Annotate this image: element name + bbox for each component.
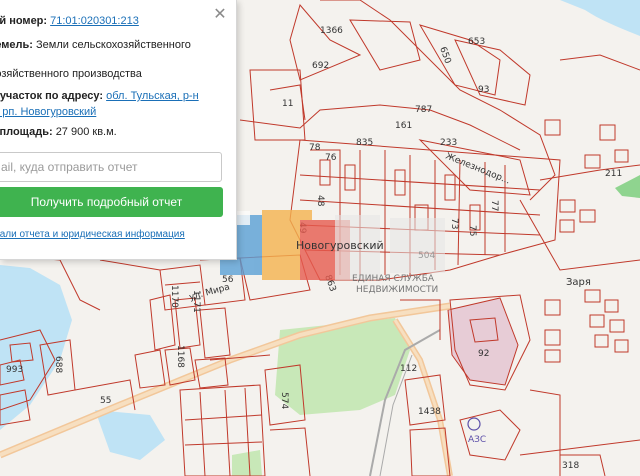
area-value: 27 900 кв.м. [55,126,117,138]
address-row: й участок по адресу: обл. Тульская, р-н … [0,88,220,120]
email-input[interactable] [0,152,222,182]
map-label: 1168 [175,345,185,368]
map-label: 112 [400,364,417,374]
area-row: я площадь: 27 900 кв.м. [0,124,220,140]
watermark-place: Новогуровский [296,239,384,252]
land-category-label: земель: [0,39,33,51]
map-label: 993 [6,365,23,375]
address-label: й участок по адресу: [0,90,104,102]
map-label: 574 [279,392,289,409]
map-label: 835 [356,138,373,148]
map-label: 78 [309,143,321,153]
cadastral-label: ый номер: [0,15,48,27]
map-label: Заря [566,277,591,288]
get-report-button[interactable]: Получить подробный отчет [0,187,223,217]
watermark-brand-line1: ЕДИНАЯ СЛУЖБА [352,274,435,284]
map-label: 1170 [169,285,179,308]
map-label: 92 [478,349,489,359]
area-label: я площадь: [0,126,53,138]
map-label: 211 [605,169,622,179]
map-label: 11 [282,99,293,109]
map-label: 692 [312,61,329,71]
map-label: 1438 [418,407,441,417]
map-label: 1366 [320,26,343,36]
cadastral-number-link[interactable]: 71:01:020301:213 [50,15,139,27]
address-link[interactable]: й, рп. Новогуровский [0,106,96,118]
map-label: 653 [468,37,485,47]
land-category-row: земель: Земли сельскохозяйственного [0,37,220,53]
map-label: 77 [489,200,499,211]
map-label: 688 [53,356,63,373]
address-link[interactable]: обл. Тульская, р-н [106,90,199,102]
map-label: 93 [478,85,489,95]
map-label: АЗС [468,435,486,445]
map-label: 73 [449,218,459,229]
map-label: 75 [467,225,477,236]
map-label: 48 [315,195,325,207]
report-details-link[interactable]: етали отчета и юридическая информация [0,229,185,240]
map-label: 787 [415,105,432,115]
map-label: 233 [440,138,457,148]
parcel-info-panel: ✕ ый номер: 71:01:020301:213 земель: Зем… [0,0,237,260]
map-label: 76 [325,153,337,163]
cadastral-row: ый номер: 71:01:020301:213 [0,13,220,29]
land-category-value: Земли сельскохозяйственного [36,39,191,51]
map-label: 318 [562,461,579,471]
land-use-value: хозяйственного производства [0,68,142,80]
map-label: 55 [100,396,111,406]
watermark-brand-line2: НЕДВИЖИМОСТИ [356,285,438,295]
map-label: 161 [395,121,412,131]
